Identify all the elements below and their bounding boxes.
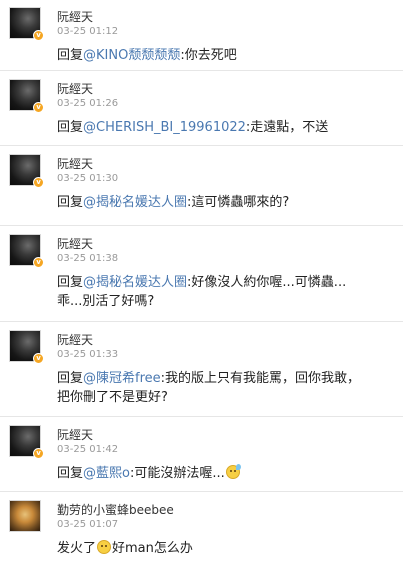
timestamp: 03-25 01:07 [57,519,119,530]
timestamp: 03-25 01:30 [57,173,119,184]
username[interactable]: 阮經天 [57,155,93,172]
mention-link[interactable]: @揭秘名媛达人圈 [83,275,187,290]
comment-item[interactable]: v 阮經天 03-25 01:30 回复@揭秘名媛达人圈:這可憐蟲哪來的? [0,147,403,226]
avatar[interactable] [9,500,41,532]
comment-content: :你去死吧 [180,48,237,63]
comment-text: 回复@KINO颓颓颓颓:你去死吧 [57,46,392,65]
comment-content-line2: 把你刪了不是更好? [57,390,168,405]
verified-badge-icon: v [33,448,44,459]
comment-item[interactable]: v 阮經天 03-25 01:42 回复@藍熙o:可能沒辦法喔... [0,418,403,492]
mention-link[interactable]: @藍熙o [83,466,130,481]
username[interactable]: 阮經天 [57,331,93,348]
comment-content: 发火了 [57,541,97,556]
reply-prefix: 回复 [57,466,84,481]
timestamp: 03-25 01:12 [57,26,119,37]
comment-text: 回复@揭秘名媛达人圈:好像沒人約你喔...可憐蟲... 乖...別活了好嗎? [57,273,392,311]
sweat-emoji-icon [225,464,241,479]
verified-badge-icon: v [33,102,44,113]
comment-content-line2: 乖...別活了好嗎? [57,294,155,309]
reply-prefix: 回复 [57,48,84,63]
comment-content: :好像沒人約你喔...可憐蟲... [187,275,347,290]
username[interactable]: 阮經天 [57,8,93,25]
comment-item[interactable]: v 阮經天 03-25 01:26 回复@CHERISH_BI_19961022… [0,72,403,146]
comment-content: :走遠點，不送 [245,120,329,135]
username[interactable]: 阮經天 [57,235,93,252]
comment-item[interactable]: v 阮經天 03-25 01:38 回复@揭秘名媛达人圈:好像沒人約你喔...可… [0,227,403,322]
smile-emoji-icon [97,540,112,554]
comment-feed: v 阮經天 03-25 01:12 回复@KINO颓颓颓颓:你去死吧 v 阮經天… [0,0,403,567]
verified-badge-icon: v [33,353,44,364]
mention-link[interactable]: @陳冠希free [83,371,161,386]
comment-item[interactable]: 勤劳的小蜜蜂beebee 03-25 01:07 发火了 好man怎么办 [0,493,403,567]
timestamp: 03-25 01:33 [57,349,119,360]
verified-badge-icon: v [33,177,44,188]
timestamp: 03-25 01:42 [57,444,119,455]
comment-text: 发火了 好man怎么办 [57,539,392,558]
mention-link[interactable]: @CHERISH_BI_19961022 [83,120,246,135]
comment-text: 回复@揭秘名媛达人圈:這可憐蟲哪來的? [57,193,392,212]
reply-prefix: 回复 [57,120,84,135]
mention-link[interactable]: @揭秘名媛达人圈 [83,195,187,210]
verified-badge-icon: v [33,257,44,268]
reply-prefix: 回复 [57,195,84,210]
comment-content: :我的版上只有我能罵，回你我敢， [160,371,361,386]
reply-prefix: 回复 [57,371,84,386]
mention-link[interactable]: @KINO颓颓颓颓 [83,48,180,63]
comment-text: 回复@陳冠希free:我的版上只有我能罵，回你我敢， 把你刪了不是更好? [57,369,392,407]
comment-text: 回复@CHERISH_BI_19961022:走遠點，不送 [57,118,392,137]
reply-prefix: 回复 [57,275,84,290]
timestamp: 03-25 01:38 [57,253,119,264]
comment-text: 回复@藍熙o:可能沒辦法喔... [57,464,392,483]
verified-badge-icon: v [33,30,44,41]
username[interactable]: 阮經天 [57,80,93,97]
timestamp: 03-25 01:26 [57,98,119,109]
comment-item[interactable]: v 阮經天 03-25 01:33 回复@陳冠希free:我的版上只有我能罵，回… [0,323,403,417]
username[interactable]: 勤劳的小蜜蜂beebee [57,501,174,518]
comment-item[interactable]: v 阮經天 03-25 01:12 回复@KINO颓颓颓颓:你去死吧 [0,0,403,71]
comment-content: :可能沒辦法喔... [129,466,225,481]
username[interactable]: 阮經天 [57,426,93,443]
comment-content-after-emoji: 好man怎么办 [112,541,193,556]
comment-content: :這可憐蟲哪來的? [187,195,290,210]
